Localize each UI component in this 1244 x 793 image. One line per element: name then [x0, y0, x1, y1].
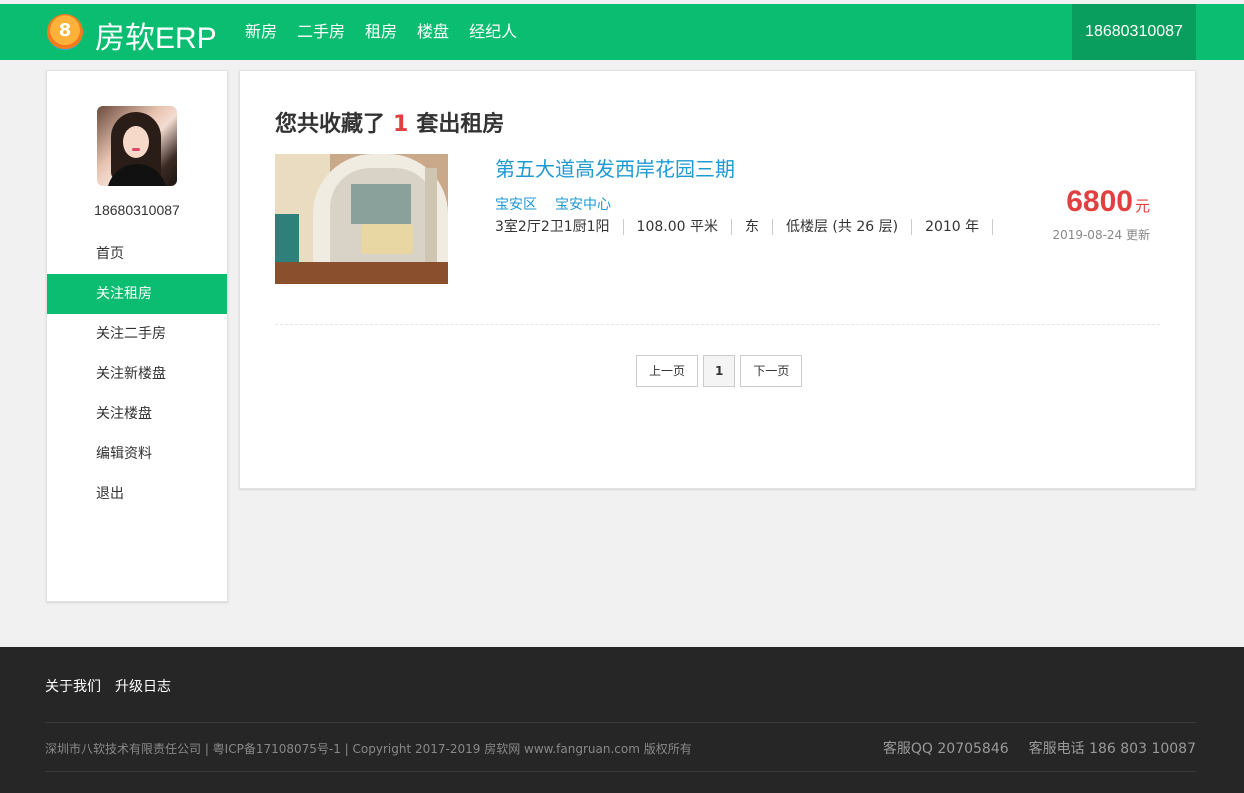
main-nav: 新房 二手房 租房 楼盘 经纪人: [245, 23, 537, 41]
footer-divider: [45, 722, 1196, 723]
nav-estates[interactable]: 楼盘: [417, 23, 449, 41]
favorite-count: 1: [393, 112, 409, 137]
prev-page-button[interactable]: 上一页: [636, 355, 699, 387]
contact-qq: 客服QQ 20705846: [882, 741, 1009, 757]
attr-floor: 低楼层 (共 26 层): [773, 219, 913, 235]
sidebar-item-followed-estates[interactable]: 关注楼盘: [47, 394, 227, 434]
top-header: 8 房软ERP 新房 二手房 租房 楼盘 经纪人 18680310087: [0, 4, 1244, 60]
footer-about-link[interactable]: 关于我们: [45, 679, 101, 695]
nav-second-hand[interactable]: 二手房: [297, 23, 345, 41]
updated-date: 2019-08-24 更新: [1052, 228, 1150, 242]
attr-layout: 3室2厅2卫1厨1阳: [495, 219, 624, 235]
district-link[interactable]: 宝安区: [495, 197, 537, 213]
nav-rent[interactable]: 租房: [365, 23, 397, 41]
sidebar-item-edit-profile[interactable]: 编辑资料: [47, 434, 227, 474]
copyright-text: 深圳市八软技术有限责任公司 | 粤ICP备17108075号-1 | Copyr…: [45, 742, 692, 756]
divider: [275, 324, 1160, 325]
logo-text[interactable]: 房软ERP: [95, 13, 217, 57]
footer-divider-bottom: [45, 771, 1196, 772]
footer-links: 关于我们 升级日志: [45, 676, 185, 696]
nav-new-homes[interactable]: 新房: [245, 23, 277, 41]
contact-info: 客服QQ 20705846 客服电话 186 803 10087: [863, 738, 1196, 758]
sidebar-item-home[interactable]: 首页: [47, 234, 227, 274]
sidebar-item-followed-second-hand[interactable]: 关注二手房: [47, 314, 227, 354]
nav-agents[interactable]: 经纪人: [469, 23, 517, 41]
listing-attributes: 3室2厅2卫1厨1阳 108.00 平米 东 低楼层 (共 26 层) 2010…: [495, 219, 994, 235]
logo-icon[interactable]: 8: [47, 14, 83, 50]
sidebar-menu: 首页 关注租房 关注二手房 关注新楼盘 关注楼盘 编辑资料 退出: [47, 234, 227, 514]
attr-orientation: 东: [732, 219, 773, 235]
price-value: 6800: [1066, 185, 1133, 218]
next-page-button[interactable]: 下一页: [740, 355, 803, 387]
page-1-button[interactable]: 1: [703, 355, 736, 387]
listing-location: 宝安区 宝安中心: [495, 194, 629, 214]
price-unit: 元: [1134, 197, 1150, 215]
listing-price: 6800 元: [1066, 185, 1150, 219]
attr-size: 108.00 平米: [624, 219, 732, 235]
area-link[interactable]: 宝安中心: [555, 197, 611, 213]
contact-tel: 客服电话 186 803 10087: [1028, 741, 1196, 757]
username: 18680310087: [94, 202, 180, 218]
footer-changelog-link[interactable]: 升级日志: [115, 679, 171, 695]
user-phone-button[interactable]: 18680310087: [1072, 4, 1196, 60]
logo-badge: 8: [58, 20, 72, 41]
main-panel: 您共收藏了 1 套出租房 第五大道高发西岸花园三期 宝安区 宝安中心 3室2厅2卫1厨…: [239, 70, 1196, 489]
page-title: 您共收藏了 1 套出租房: [275, 112, 505, 137]
sidebar-item-followed-rentals[interactable]: 关注租房: [47, 274, 227, 314]
footer: 关于我们 升级日志 深圳市八软技术有限责任公司 | 粤ICP备17108075号-…: [0, 647, 1244, 793]
avatar[interactable]: [97, 106, 177, 186]
sidebar-item-logout[interactable]: 退出: [47, 474, 227, 514]
user-sidebar: 18680310087 首页 关注租房 关注二手房 关注新楼盘 关注楼盘 编辑资…: [46, 70, 228, 602]
listing-title-link[interactable]: 第五大道高发西岸花园三期: [495, 153, 735, 182]
attr-year: 2010 年: [912, 219, 994, 235]
listing-photo[interactable]: [275, 154, 448, 284]
pagination: 上一页 1 下一页: [636, 355, 807, 387]
sidebar-item-followed-new-estates[interactable]: 关注新楼盘: [47, 354, 227, 394]
